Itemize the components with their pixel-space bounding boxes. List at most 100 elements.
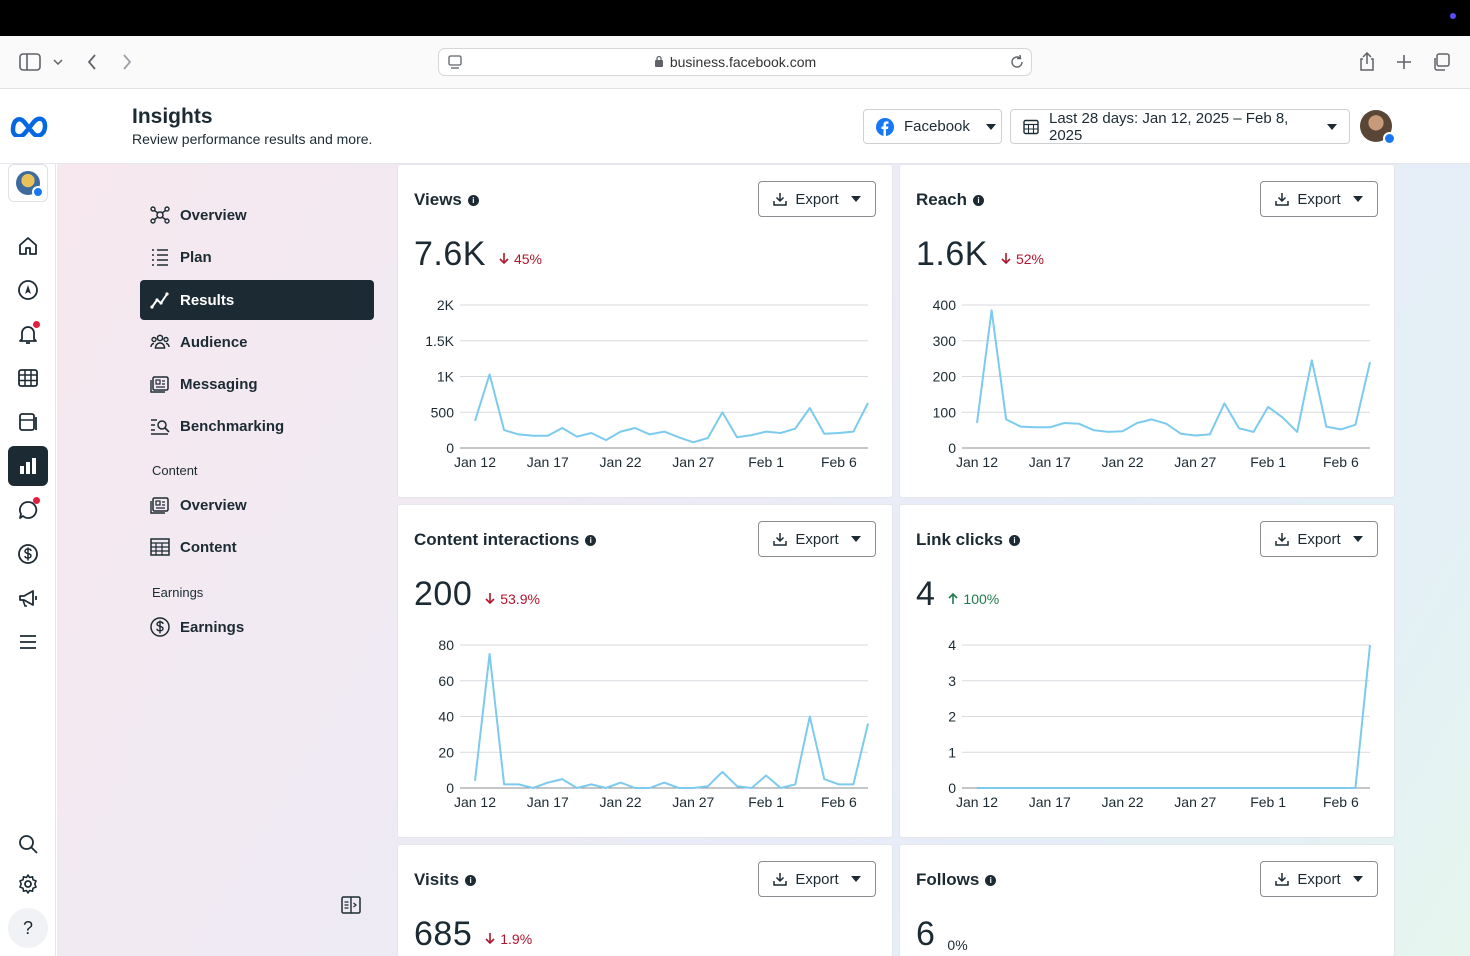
info-icon[interactable]: i <box>985 874 997 886</box>
caret-down-icon <box>850 876 861 882</box>
export-button[interactable]: Export <box>1260 181 1378 217</box>
people-icon <box>150 332 170 352</box>
ads-megaphone-icon[interactable] <box>8 578 48 618</box>
export-button[interactable]: Export <box>758 521 876 557</box>
meta-logo-icon[interactable] <box>10 113 48 142</box>
nav-item-messaging[interactable]: Messaging <box>140 364 374 404</box>
notifications-icon[interactable] <box>8 314 48 354</box>
x-tick-label: Feb 6 <box>1323 454 1359 470</box>
monetization-icon[interactable] <box>8 534 48 574</box>
content-overview-icon <box>150 495 170 515</box>
gear-icon[interactable] <box>8 864 48 904</box>
download-icon <box>1275 192 1290 206</box>
pages-icon[interactable] <box>8 402 48 442</box>
search-icon[interactable] <box>8 824 48 864</box>
metric-value: 4 <box>916 575 936 613</box>
nav-item-benchmarking[interactable]: Benchmarking <box>140 406 374 446</box>
metric-change-value: 45% <box>513 250 542 267</box>
chevron-down-icon[interactable] <box>48 50 68 74</box>
download-icon <box>1275 532 1290 546</box>
account-avatar[interactable] <box>8 164 48 202</box>
x-tick-label: Feb 6 <box>1323 794 1359 810</box>
nav-item-label: Overview <box>180 206 247 224</box>
series-line[interactable] <box>474 652 869 789</box>
nav-item-label: Overview <box>180 496 247 514</box>
caret-down-icon <box>1327 123 1337 130</box>
metric-summary: 4 100% <box>916 575 999 614</box>
y-tick-label: 20 <box>438 744 454 760</box>
export-button[interactable]: Export <box>758 861 876 897</box>
nav-item-results[interactable]: Results <box>140 280 374 320</box>
series-line[interactable] <box>976 309 1371 437</box>
download-icon <box>773 532 788 546</box>
metric-change: 52% <box>1000 251 1044 267</box>
facebook-icon <box>876 117 894 136</box>
y-tick-label: 200 <box>933 369 957 385</box>
menu-icon[interactable] <box>8 622 48 662</box>
info-icon[interactable]: i <box>467 194 479 206</box>
messaging-icon <box>150 374 170 394</box>
insights-icon[interactable] <box>8 446 48 486</box>
export-label: Export <box>1297 190 1341 208</box>
info-icon[interactable]: i <box>973 194 985 206</box>
nav-item-audience[interactable]: Audience <box>140 322 374 362</box>
nav-item-earnings[interactable]: Earnings <box>140 607 374 647</box>
x-tick-label: Jan 27 <box>1174 794 1216 810</box>
line-chart: 01234Jan 12 Jan 17 Jan 22 Jan 27 Feb 1 Feb 6 <box>948 637 1371 810</box>
home-icon[interactable] <box>8 226 48 266</box>
address-bar[interactable]: business.facebook.com <box>438 48 1032 76</box>
export-button[interactable]: Export <box>1260 521 1378 557</box>
y-tick-label: 2 <box>948 709 956 725</box>
info-icon[interactable]: i <box>1008 534 1020 546</box>
export-button[interactable]: Export <box>758 181 876 217</box>
export-button[interactable]: Export <box>1260 861 1378 897</box>
info-icon[interactable]: i <box>585 534 597 546</box>
x-tick-label: Feb 1 <box>748 454 784 470</box>
info-icon[interactable]: i <box>465 874 477 886</box>
date-range-selector[interactable]: Last 28 days: Jan 12, 2025 – Feb 8, 2025 <box>1010 109 1350 144</box>
card-title: Views i <box>414 190 479 210</box>
new-tab-icon[interactable] <box>1392 50 1416 74</box>
metric-change-value: 1.9% <box>500 930 533 947</box>
y-tick-label: 40 <box>438 709 454 725</box>
profile-avatar[interactable] <box>1360 110 1396 145</box>
y-tick-label: 300 <box>933 333 957 349</box>
reload-icon[interactable] <box>1009 54 1025 73</box>
metric-summary: 200 53.9% <box>414 575 540 614</box>
sidebar-toggle-icon[interactable] <box>18 50 42 74</box>
x-tick-label: Feb 1 <box>748 794 784 810</box>
back-icon[interactable] <box>80 50 104 74</box>
nav-section-earnings: Earnings <box>152 585 204 600</box>
x-tick-label: Jan 17 <box>527 454 569 470</box>
y-tick-label: 100 <box>933 404 957 420</box>
share-icon[interactable] <box>1355 50 1379 74</box>
y-tick-label: 80 <box>438 637 454 653</box>
card-title: Visits i <box>414 870 477 890</box>
forward-icon[interactable] <box>115 50 139 74</box>
system-bar <box>0 0 1470 36</box>
caret-down-icon <box>850 196 861 202</box>
tabs-overview-icon[interactable] <box>1429 50 1453 74</box>
platform-selector[interactable]: Facebook <box>863 109 1002 144</box>
metric-value: 200 <box>414 575 473 613</box>
compass-icon[interactable] <box>8 270 48 310</box>
nav-item-overview[interactable]: Overview <box>140 195 374 235</box>
change-arrow-icon <box>947 592 963 605</box>
x-tick-label: Jan 12 <box>956 454 998 470</box>
nav-item-content-overview[interactable]: Overview <box>140 485 374 525</box>
inbox-chat-icon[interactable] <box>8 490 48 530</box>
change-arrow-icon <box>484 932 500 945</box>
help-icon[interactable]: ? <box>8 908 48 948</box>
grid-table-icon[interactable] <box>8 358 48 398</box>
metric-summary: 6 0% <box>916 915 968 954</box>
x-tick-label: Jan 17 <box>1029 454 1071 470</box>
y-tick-label: 60 <box>438 673 454 689</box>
nav-item-plan[interactable]: Plan <box>140 237 374 277</box>
page-settings-icon[interactable] <box>447 54 463 73</box>
collapse-panel-icon[interactable] <box>341 895 361 920</box>
card-visits: Visits i Export 685 1.9% <box>398 845 892 956</box>
nav-item-content[interactable]: Content <box>140 527 374 567</box>
nav-item-label: Messaging <box>180 375 258 393</box>
series-line[interactable] <box>474 373 869 444</box>
card-content-interactions: Content interactions i Export 200 53.9% … <box>398 505 892 837</box>
